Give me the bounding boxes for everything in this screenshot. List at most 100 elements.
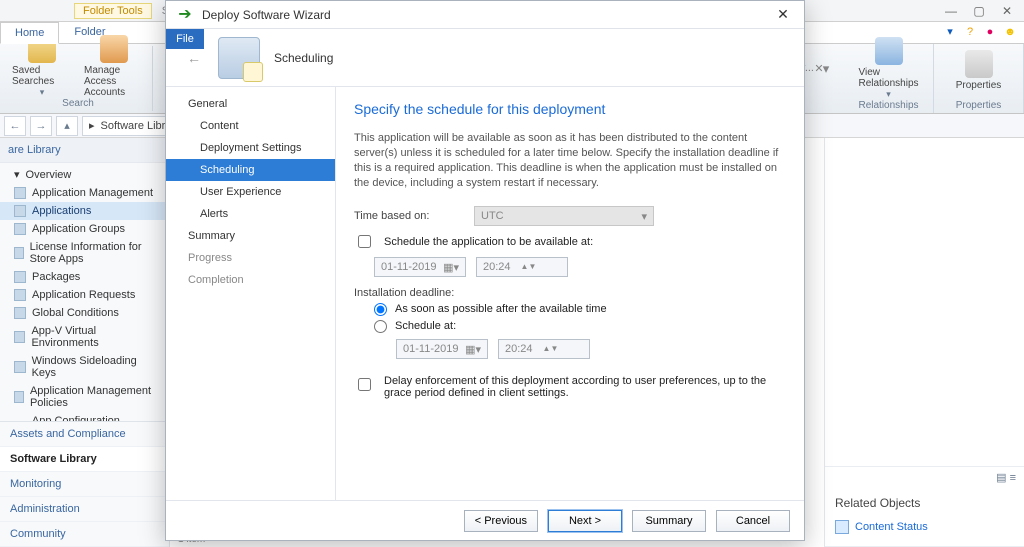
help-icons: ▾ ? ● ☻ bbox=[942, 24, 1018, 40]
wizard-header-icon bbox=[218, 37, 260, 79]
time-based-row: Time based on: UTC ▾ bbox=[354, 206, 786, 226]
breadcrumb-icon: ▸ bbox=[89, 119, 95, 132]
step-general[interactable]: General bbox=[166, 93, 335, 115]
step-progress[interactable]: Progress bbox=[166, 247, 335, 269]
view-switch[interactable]: ▤ ≡ bbox=[825, 466, 1024, 488]
view-relationships-button[interactable]: View Relationships ▾ bbox=[859, 37, 919, 100]
nav-overview[interactable]: ▾ Overview bbox=[0, 165, 169, 184]
minimize-button[interactable]: — bbox=[938, 2, 964, 20]
calendar-icon: ▦▾ bbox=[465, 343, 481, 356]
deadline-schedule-row: Schedule at: bbox=[374, 320, 786, 333]
step-summary[interactable]: Summary bbox=[166, 225, 335, 247]
saved-searches-label: Saved Searches bbox=[12, 65, 72, 87]
chevron-down-icon[interactable]: ▾ bbox=[818, 61, 834, 77]
delay-enforcement-row: Delay enforcement of this deployment acc… bbox=[354, 375, 786, 399]
workspace-admin[interactable]: Administration bbox=[0, 497, 169, 522]
workspace-assets[interactable]: Assets and Compliance bbox=[0, 422, 169, 447]
properties-button[interactable]: Properties bbox=[949, 50, 1009, 91]
tab-home[interactable]: Home bbox=[0, 22, 59, 44]
step-scheduling[interactable]: Scheduling bbox=[166, 159, 335, 181]
feedback-icon[interactable]: ☻ bbox=[1002, 24, 1018, 40]
wizard-close-button[interactable]: ✕ bbox=[770, 6, 796, 23]
caret-icon[interactable]: ▾ bbox=[942, 24, 958, 40]
nav-license-info[interactable]: License Information for Store Apps bbox=[0, 238, 169, 268]
next-button[interactable]: Next > bbox=[548, 510, 622, 532]
available-datetime-row: 01-11-2019 ▦▾ 20:24 ▲▼ bbox=[354, 257, 786, 277]
workspace-software[interactable]: Software Library bbox=[0, 447, 169, 472]
summary-button[interactable]: Summary bbox=[632, 510, 706, 532]
deadline-schedule-radio[interactable] bbox=[374, 320, 387, 333]
available-time-value: 20:24 bbox=[483, 261, 511, 273]
ribbon-group-relationships-label: Relationships bbox=[858, 100, 918, 111]
nav-overview-label: Overview bbox=[26, 169, 72, 181]
nav-app-mgmt-policies[interactable]: Application Management Policies bbox=[0, 382, 169, 412]
nav-item-label: App-V Virtual Environments bbox=[31, 325, 159, 349]
step-completion[interactable]: Completion bbox=[166, 269, 335, 291]
workspace-switcher: Assets and Compliance Software Library M… bbox=[0, 421, 169, 547]
nav-appv[interactable]: App-V Virtual Environments bbox=[0, 322, 169, 352]
saved-searches-button[interactable]: Saved Searches ▾ bbox=[12, 35, 72, 98]
wizard-header: File ← Scheduling bbox=[166, 29, 804, 87]
close-button[interactable]: ✕ bbox=[994, 2, 1020, 20]
right-details-pane: ▤ ≡ Related Objects Content Status bbox=[824, 138, 1024, 547]
nav-item-label: Applications bbox=[32, 205, 91, 217]
delay-enforcement-checkbox[interactable] bbox=[358, 378, 371, 391]
chevron-icon: ▾ bbox=[14, 168, 20, 181]
step-content[interactable]: Content bbox=[166, 115, 335, 137]
folder-icon bbox=[14, 289, 26, 301]
nav-application-groups[interactable]: Application Groups bbox=[0, 220, 169, 238]
folder-icon bbox=[14, 205, 26, 217]
view-relationships-label: View Relationships bbox=[858, 67, 918, 89]
nav-app-config-policies[interactable]: App Configuration Policies bbox=[0, 412, 169, 421]
wizard-titlebar[interactable]: ➔ Deploy Software Wizard ✕ bbox=[166, 1, 804, 29]
manage-access-button[interactable]: Manage Access Accounts bbox=[84, 35, 144, 98]
previous-button[interactable]: < Previous bbox=[464, 510, 538, 532]
maximize-button[interactable]: ▢ bbox=[966, 2, 992, 20]
help-icon[interactable]: ? bbox=[962, 24, 978, 40]
nav-applications[interactable]: Applications bbox=[0, 202, 169, 220]
nav-packages[interactable]: Packages bbox=[0, 268, 169, 286]
step-deployment-settings[interactable]: Deployment Settings bbox=[166, 137, 335, 159]
schedule-available-checkbox[interactable] bbox=[358, 235, 371, 248]
nav-forward-button[interactable]: → bbox=[30, 116, 52, 136]
nav-item-label: Packages bbox=[32, 271, 80, 283]
deadline-date-value: 01-11-2019 bbox=[403, 343, 458, 355]
chevron-down-icon: ▾ bbox=[40, 87, 45, 98]
properties-label: Properties bbox=[956, 80, 1002, 91]
deadline-asap-radio[interactable] bbox=[374, 303, 387, 316]
deadline-datetime-row: 01-11-2019 ▦▾ 20:24 ▲▼ bbox=[354, 339, 786, 359]
workspace-monitoring[interactable]: Monitoring bbox=[0, 472, 169, 497]
nav-item-label: Windows Sideloading Keys bbox=[32, 355, 159, 379]
nav-item-label: Application Management Policies bbox=[30, 385, 159, 409]
nav-sideloading[interactable]: Windows Sideloading Keys bbox=[0, 352, 169, 382]
nav-up-button[interactable]: ▴ bbox=[56, 116, 78, 136]
wizard-title: Deploy Software Wizard bbox=[202, 8, 331, 22]
nav-global-conditions[interactable]: Global Conditions bbox=[0, 304, 169, 322]
deadline-section-label: Installation deadline: bbox=[354, 287, 786, 299]
ribbon-group-relationships: View Relationships ▾ Relationships bbox=[844, 44, 934, 113]
workspace-community[interactable]: Community bbox=[0, 522, 169, 547]
properties-icon bbox=[965, 50, 993, 78]
nav-item-label: Application Management bbox=[32, 187, 153, 199]
nav-back-button[interactable]: ← bbox=[4, 116, 26, 136]
wizard-main: Specify the schedule for this deployment… bbox=[336, 87, 804, 500]
step-alerts[interactable]: Alerts bbox=[166, 203, 335, 225]
nav-pane: are Library ▾Overview Application Manage… bbox=[0, 138, 170, 547]
content-status-link[interactable]: Content Status bbox=[825, 516, 1024, 538]
notify-icon[interactable]: ● bbox=[982, 24, 998, 40]
nav-app-requests[interactable]: Application Requests bbox=[0, 286, 169, 304]
folder-icon bbox=[14, 271, 26, 283]
cancel-button[interactable]: Cancel bbox=[716, 510, 790, 532]
schedule-available-label: Schedule the application to be available… bbox=[384, 236, 593, 248]
wizard-file-button[interactable]: File bbox=[166, 29, 204, 49]
window-controls: — ▢ ✕ bbox=[938, 2, 1020, 20]
deploy-software-wizard: ➔ Deploy Software Wizard ✕ File ← Schedu… bbox=[165, 0, 805, 541]
folder-icon bbox=[14, 331, 25, 343]
available-checkbox-row: Schedule the application to be available… bbox=[354, 232, 786, 251]
nav-app-management[interactable]: Application Management bbox=[0, 184, 169, 202]
wizard-header-step: Scheduling bbox=[274, 51, 333, 65]
wizard-back-icon[interactable]: ← bbox=[184, 50, 204, 66]
manage-access-icon bbox=[100, 35, 128, 63]
step-user-experience[interactable]: User Experience bbox=[166, 181, 335, 203]
wizard-body: General Content Deployment Settings Sche… bbox=[166, 87, 804, 500]
